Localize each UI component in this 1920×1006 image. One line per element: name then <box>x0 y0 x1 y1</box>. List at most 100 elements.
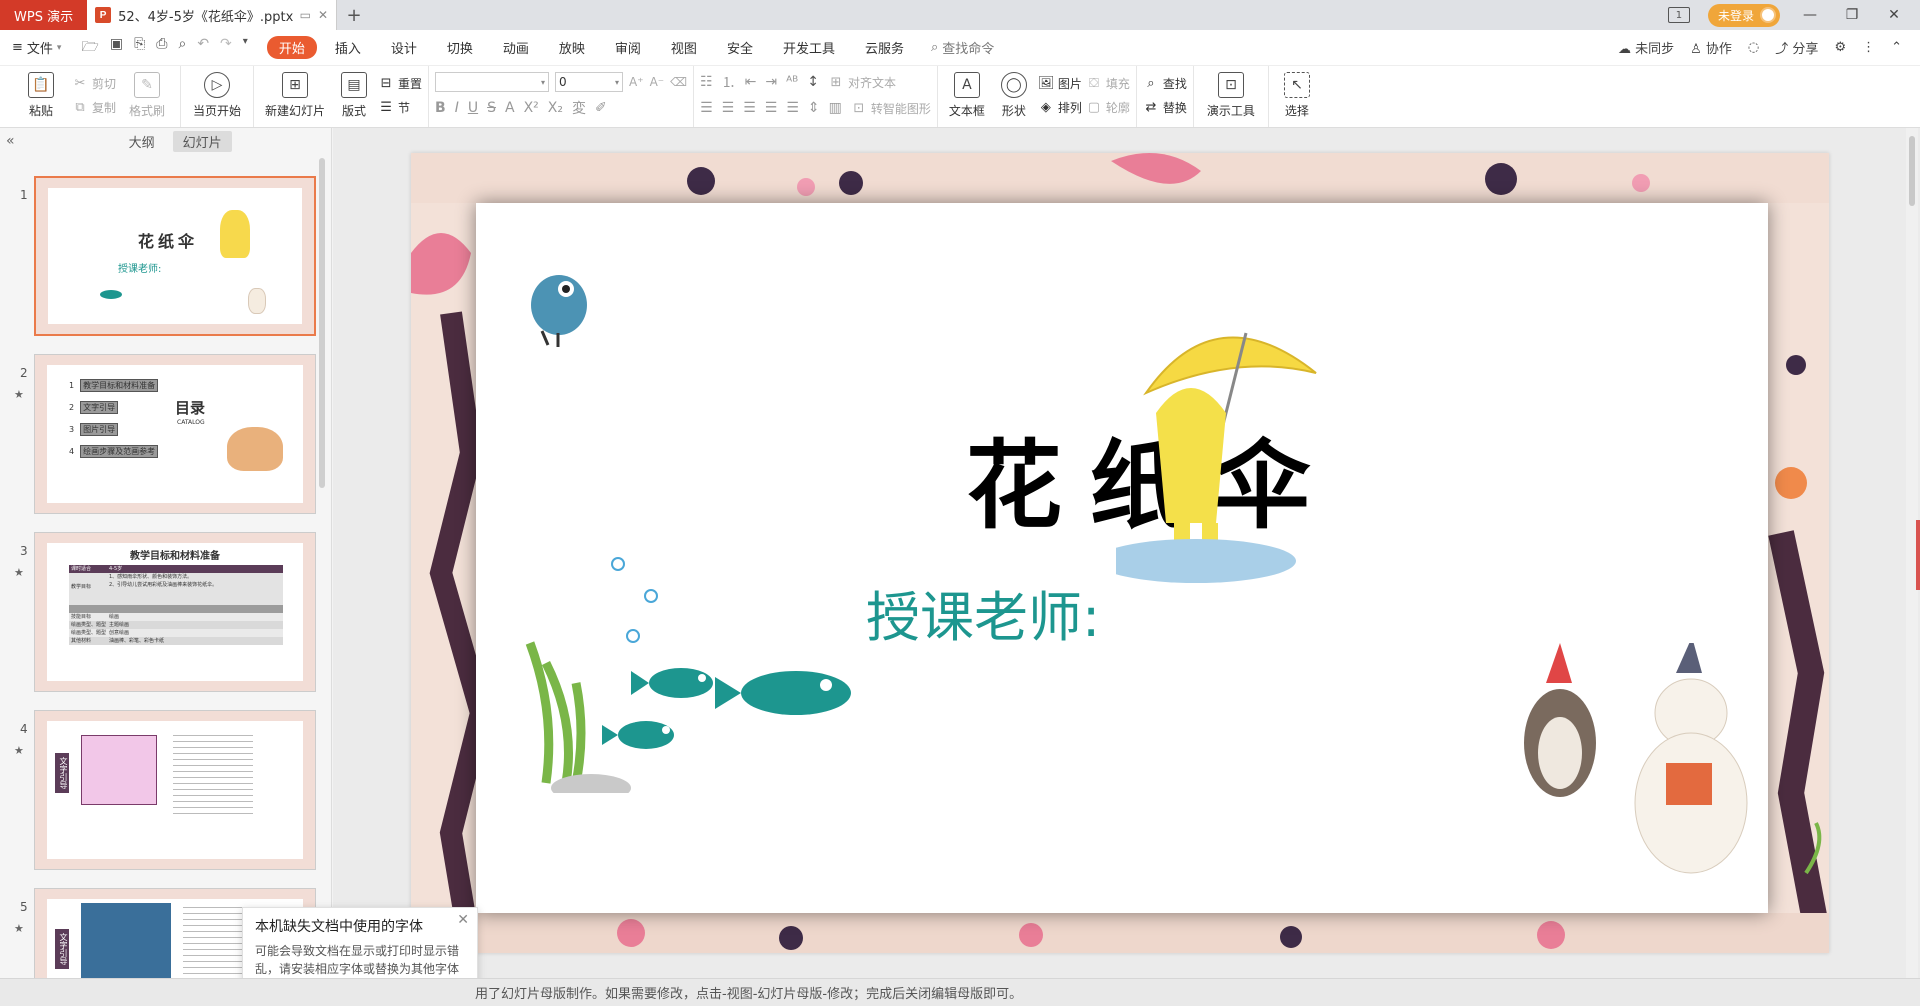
missing-font-notification[interactable]: ✕ 本机缺失文档中使用的字体 可能会导致文档在显示或打印时显示错乱，请安装相应字… <box>242 907 478 987</box>
slide-subtitle[interactable]: 授课老师: <box>866 573 1100 652</box>
tab-outline[interactable]: 大纲 <box>119 131 165 152</box>
format-painter-button[interactable]: ✎ 格式刷 <box>120 70 174 119</box>
fill-button[interactable]: ⛋ 填充 <box>1086 74 1130 92</box>
layout-button[interactable]: ▤ 版式 <box>334 70 374 119</box>
slide-thumbnail[interactable]: 1 教学目标和材料准备 2 文字引导 3 图片引导 4 绘画步骤及范画参考 目录 CAT… <box>34 354 316 514</box>
slide-thumbnail[interactable]: 花纸伞 授课老师: <box>34 176 316 336</box>
tab-transition[interactable]: 切换 <box>435 36 485 59</box>
shrink-font-icon[interactable]: A⁻ <box>650 75 665 89</box>
tab-slideshow[interactable]: 放映 <box>547 36 597 59</box>
close-window-icon[interactable]: ✕ <box>1882 7 1906 23</box>
text-effect-icon[interactable]: 変 <box>572 98 586 118</box>
save-icon[interactable]: ▣ <box>110 36 123 60</box>
subscript-icon[interactable]: X₂ <box>548 100 563 116</box>
tab-view[interactable]: 视图 <box>659 36 709 59</box>
align-text-button[interactable]: ⊞ 对齐文本 <box>828 73 896 91</box>
copy-button[interactable]: ⧉ 复制 <box>72 98 116 116</box>
replace-button[interactable]: ⇄ 替换 <box>1143 98 1186 116</box>
command-search[interactable]: ⌕ 查找命令 <box>931 38 994 57</box>
tab-home[interactable]: 开始 <box>266 36 317 59</box>
print-preview-icon[interactable]: ⌕ <box>178 36 186 60</box>
italic-icon[interactable]: I <box>455 100 459 116</box>
bold-icon[interactable]: B <box>435 100 446 116</box>
table-cell: 1、感知雨伞形状、颜色和装饰方法。 2、引导幼儿尝试用彩纸及油画棒来装饰花纸伞。 <box>109 573 217 605</box>
close-icon[interactable]: ✕ <box>457 912 469 928</box>
picture-button[interactable]: 🖼 图片 <box>1038 74 1082 92</box>
bullet-list-icon[interactable]: ☷ <box>700 74 713 90</box>
shape-button[interactable]: ◯ 形状 <box>994 70 1034 119</box>
comment-icon[interactable]: ◌ <box>1748 40 1759 55</box>
tab-animation[interactable]: 动画 <box>491 36 541 59</box>
font-family-select[interactable]: ▾ <box>435 72 550 92</box>
export-icon[interactable]: ⎘ <box>134 36 145 60</box>
print-icon[interactable]: ⎙ <box>156 36 167 60</box>
window-layout-icon[interactable]: 1 <box>1667 7 1690 23</box>
sync-button[interactable]: ☁ 未同步 <box>1618 38 1674 57</box>
grow-font-icon[interactable]: A⁺ <box>629 75 644 89</box>
play-from-current-button[interactable]: ▷ 当页开始 <box>187 70 247 119</box>
present-tools-button[interactable]: ⊡ 演示工具 <box>1200 70 1262 119</box>
tab-review[interactable]: 审阅 <box>603 36 653 59</box>
new-slide-button[interactable]: ⊞ 新建幻灯片 <box>260 70 330 119</box>
scrollbar-thumb[interactable] <box>1909 136 1915 206</box>
increase-indent-icon[interactable]: ⇥ <box>765 74 777 90</box>
arrange-button[interactable]: ◈ 排列 <box>1038 98 1082 116</box>
app-tab[interactable]: WPS 演示 <box>0 0 88 30</box>
tab-pin-icon[interactable]: ▭ <box>300 8 311 22</box>
tab-cloud[interactable]: 云服务 <box>853 36 916 59</box>
sort-icon[interactable]: ↕ <box>807 74 819 90</box>
find-button[interactable]: ⌕ 查找 <box>1143 74 1187 92</box>
reset-button[interactable]: ⊟ 重置 <box>378 74 422 92</box>
smart-art-button[interactable]: ⊡ 转智能图形 <box>851 99 930 117</box>
distribute-icon[interactable]: ☰ <box>786 100 799 116</box>
tab-design[interactable]: 设计 <box>379 36 429 59</box>
slide-thumbnail[interactable]: 文字引导 <box>34 710 316 870</box>
align-center-icon[interactable]: ☰ <box>722 100 735 116</box>
superscript-icon[interactable]: X² <box>524 100 539 116</box>
strikethrough-icon[interactable]: S <box>487 100 496 116</box>
justify-icon[interactable]: ☰ <box>765 100 778 116</box>
slide-thumbnail[interactable]: 教学目标和材料准备 课时适合 4-5岁 教学目标 1、感知雨伞形状、颜色和装饰方法。… <box>34 532 316 692</box>
tab-developer[interactable]: 开发工具 <box>771 36 847 59</box>
collab-button[interactable]: ♙ 协作 <box>1690 38 1732 57</box>
underline-icon[interactable]: U <box>468 100 478 116</box>
section-button[interactable]: ☰ 节 <box>378 98 422 116</box>
more-options-icon[interactable]: ⋮ <box>1862 40 1875 55</box>
new-tab-button[interactable]: + <box>337 0 371 30</box>
highlight-icon[interactable]: ✐ <box>595 100 607 116</box>
decrease-indent-icon[interactable]: ⇤ <box>745 74 757 90</box>
font-color-icon[interactable]: A <box>505 100 515 116</box>
tab-security[interactable]: 安全 <box>715 36 765 59</box>
numbered-list-icon[interactable]: ⒈ <box>722 72 736 92</box>
slide-canvas[interactable]: 花纸伞 授课老师: <box>411 153 1829 953</box>
slide-content-area[interactable]: 花纸伞 授课老师: <box>476 203 1768 913</box>
select-button[interactable]: ↖ 选择 <box>1275 70 1319 119</box>
redo-icon[interactable]: ↷ <box>220 36 232 60</box>
cut-button[interactable]: ✂ 剪切 <box>72 74 116 92</box>
undo-icon[interactable]: ↶ <box>197 36 209 60</box>
align-right-icon[interactable]: ☰ <box>743 100 756 116</box>
settings-icon[interactable]: ⚙ <box>1834 40 1846 55</box>
column-icon[interactable]: ▥ <box>829 100 842 116</box>
document-tab[interactable]: P 52、4岁-5岁《花纸伞》.pptx ▭ ✕ <box>87 0 338 30</box>
tab-close-icon[interactable]: ✕ <box>318 8 328 22</box>
font-size-select[interactable]: 0 ▾ <box>555 72 624 92</box>
share-button[interactable]: ⤴ 分享 <box>1775 38 1818 57</box>
login-button[interactable]: 未登录 <box>1707 3 1780 27</box>
align-left-icon[interactable]: ☰ <box>700 100 713 116</box>
collapse-ribbon-icon[interactable]: ⌃ <box>1891 40 1902 55</box>
more-chevron-icon[interactable]: ▾ <box>243 36 248 60</box>
restore-icon[interactable]: ❐ <box>1840 7 1864 23</box>
text-box-button[interactable]: A 文本框 <box>944 70 990 119</box>
paste-button[interactable]: 📋 粘贴 <box>14 70 68 119</box>
text-direction-icon[interactable]: ᴬᴮ <box>786 74 798 90</box>
tab-slides[interactable]: 幻灯片 <box>172 130 232 152</box>
minimize-icon[interactable]: — <box>1798 7 1822 23</box>
open-folder-icon[interactable]: 🗁 <box>81 36 98 60</box>
file-menu[interactable]: ≡ 文件 ▾ <box>12 38 61 57</box>
line-spacing-icon[interactable]: ⇕ <box>808 100 820 116</box>
outline-button[interactable]: ▢ 轮廓 <box>1086 98 1130 116</box>
tab-insert[interactable]: 插入 <box>323 36 373 59</box>
collapse-panel-icon[interactable]: « <box>6 133 15 149</box>
clear-format-icon[interactable]: ⌫ <box>670 75 687 89</box>
